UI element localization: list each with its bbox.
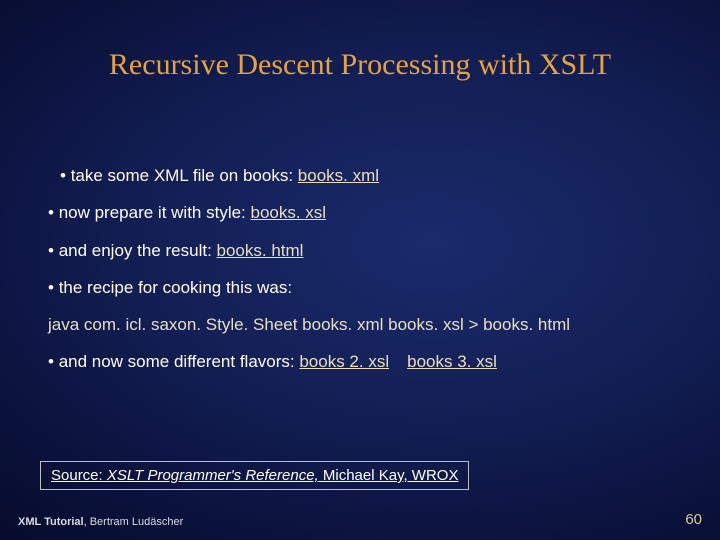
source-title: XSLT Programmer's Reference, xyxy=(107,467,319,484)
footer-series: XML Tutorial xyxy=(18,516,84,528)
bullet-item: • and now some different flavors: books … xyxy=(48,351,672,372)
bullet-text: the recipe for cooking this was: xyxy=(59,278,292,297)
bullet-icon: • xyxy=(48,278,59,297)
link-books-html[interactable]: books. html xyxy=(217,241,304,260)
source-prefix: Source: xyxy=(51,467,107,484)
bullet-item: • and enjoy the result: books. html xyxy=(48,240,672,261)
slide-body: • take some XML file on books: books. xm… xyxy=(48,165,672,389)
command-line: java com. icl. saxon. Style. Sheet books… xyxy=(48,314,672,335)
bullet-icon: • xyxy=(48,352,59,371)
bullet-icon: • xyxy=(48,241,59,260)
page-number: 60 xyxy=(685,511,702,528)
bullet-text: now prepare it with style: xyxy=(59,203,251,222)
bullet-item: • now prepare it with style: books. xsl xyxy=(48,202,672,223)
link-books-xml[interactable]: books. xml xyxy=(298,166,379,185)
bullet-text: take some XML file on books: xyxy=(71,166,298,185)
footer-author: , Bertram Ludäscher xyxy=(84,516,184,528)
slide-title: Recursive Descent Processing with XSLT xyxy=(0,48,720,82)
bullet-item: • the recipe for cooking this was: xyxy=(48,277,672,298)
bullet-icon: • xyxy=(60,166,71,185)
footer-left: XML Tutorial, Bertram Ludäscher xyxy=(18,516,183,528)
bullet-icon: • xyxy=(48,203,59,222)
link-books3-xsl[interactable]: books 3. xsl xyxy=(407,352,497,371)
slide: Recursive Descent Processing with XSLT •… xyxy=(0,0,720,540)
source-suffix: Michael Kay, WROX xyxy=(319,467,459,484)
source-citation: Source: XSLT Programmer's Reference, Mic… xyxy=(40,461,469,490)
bullet-text: and enjoy the result: xyxy=(59,241,217,260)
link-books2-xsl[interactable]: books 2. xsl xyxy=(299,352,389,371)
bullet-text: and now some different flavors: xyxy=(59,352,300,371)
bullet-item: • take some XML file on books: books. xm… xyxy=(48,165,672,186)
link-books-xsl[interactable]: books. xsl xyxy=(251,203,327,222)
